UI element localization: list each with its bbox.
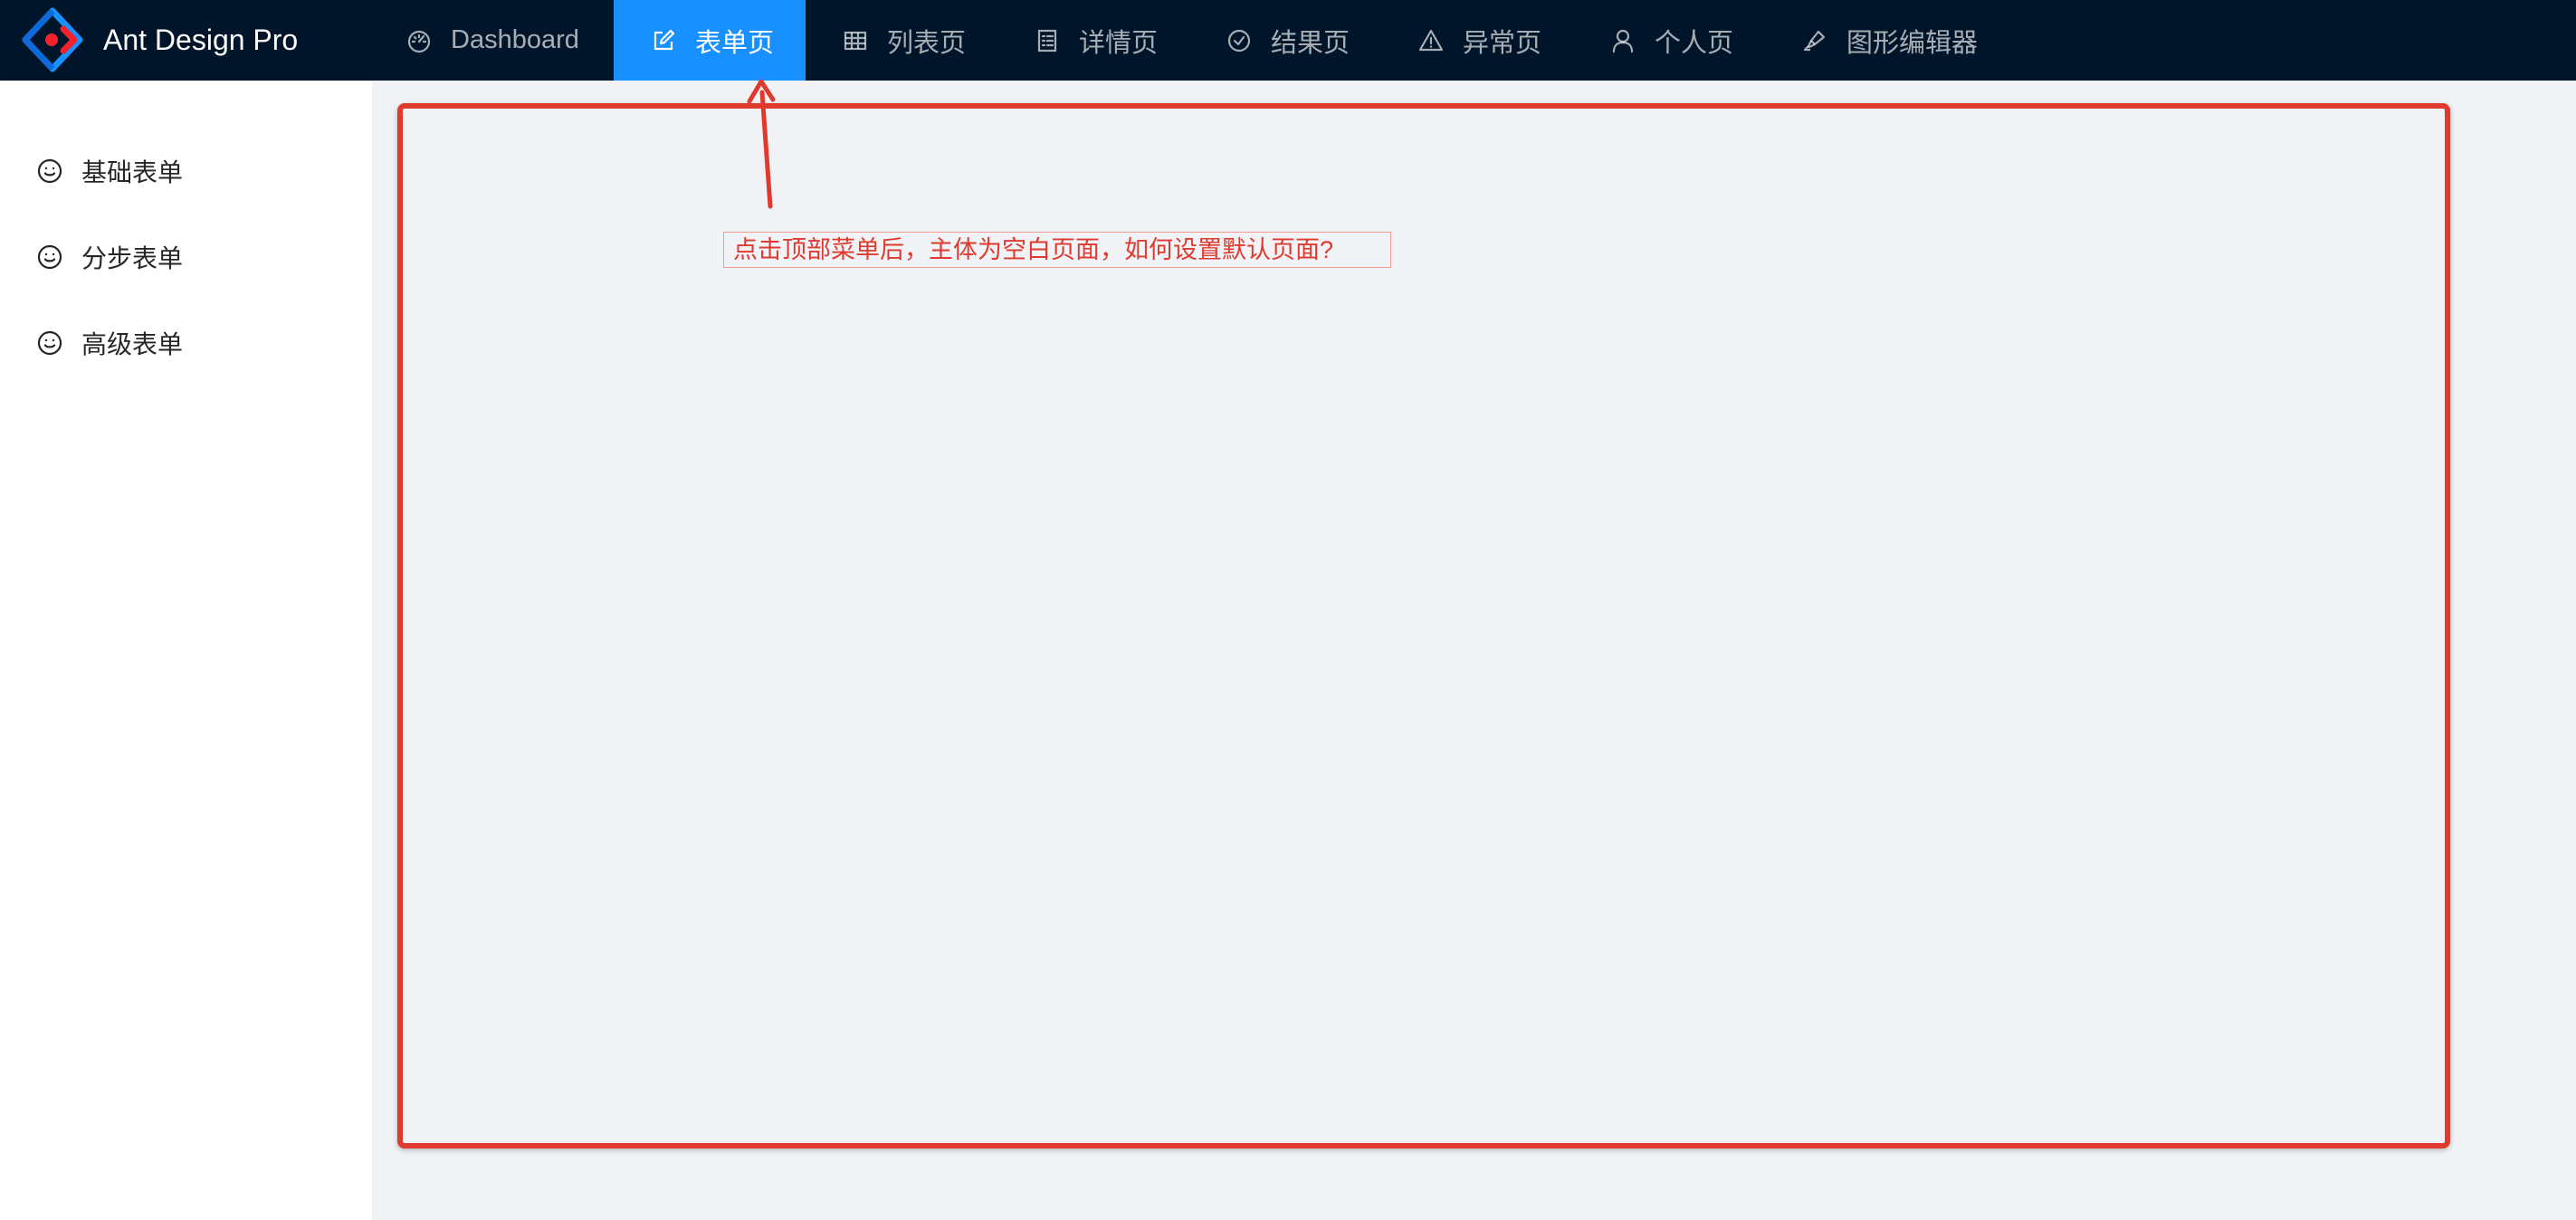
menu-label: 个人页 (1655, 28, 1734, 58)
sidebar-item-step-form[interactable]: 分步表单 (0, 223, 372, 291)
menu-label: 详情页 (1079, 28, 1159, 58)
profile-icon (1034, 27, 1061, 54)
menu-label: 列表页 (887, 28, 967, 58)
user-icon (1609, 27, 1636, 54)
highlight-icon (1801, 27, 1828, 54)
sidebar-item-basic-form[interactable]: 基础表单 (0, 137, 372, 205)
smile-icon (36, 157, 63, 185)
menu-label: 结果页 (1271, 28, 1350, 58)
top-menu-profile[interactable]: 详情页 (1014, 0, 1195, 81)
warning-icon (1417, 27, 1445, 54)
top-menu-result[interactable]: 结果页 (1206, 0, 1387, 81)
annotation-text: 点击顶部菜单后，主体为空白页面，如何设置默认页面? (723, 232, 1391, 268)
form-icon (650, 27, 677, 54)
top-header: Ant Design Pro Dashboard 表单页 列表页 详情页 结果页… (0, 0, 2576, 81)
annotation-arrow (747, 79, 776, 209)
table-icon (842, 27, 869, 54)
sidebar-item-label: 分步表单 (81, 244, 184, 272)
top-menu-editor[interactable]: 图形编辑器 (1781, 0, 2017, 81)
menu-label: 表单页 (695, 28, 775, 58)
top-menu-dashboard[interactable]: Dashboard (384, 0, 597, 81)
sidebar: 基础表单 分步表单 高级表单 (0, 81, 372, 1220)
app-title[interactable]: Ant Design Pro (103, 0, 298, 81)
sidebar-item-label: 高级表单 (81, 330, 184, 358)
smile-icon (36, 329, 63, 357)
check-circle-icon (1226, 27, 1253, 54)
top-menu-list[interactable]: 列表页 (822, 0, 1003, 81)
menu-label: 异常页 (1463, 28, 1542, 58)
menu-label: Dashboard (451, 25, 579, 54)
menu-label: 图形编辑器 (1846, 28, 1979, 58)
sidebar-item-label: 基础表单 (81, 158, 184, 186)
dashboard-icon (405, 27, 433, 54)
annotation-highlight-box (397, 103, 2450, 1149)
top-menu-form[interactable]: 表单页 (614, 0, 806, 81)
ant-design-logo-icon[interactable] (22, 7, 83, 72)
top-menu-account[interactable]: 个人页 (1589, 0, 1770, 81)
smile-icon (36, 243, 63, 271)
sidebar-item-advanced-form[interactable]: 高级表单 (0, 309, 372, 377)
top-menu-exception[interactable]: 异常页 (1398, 0, 1579, 81)
